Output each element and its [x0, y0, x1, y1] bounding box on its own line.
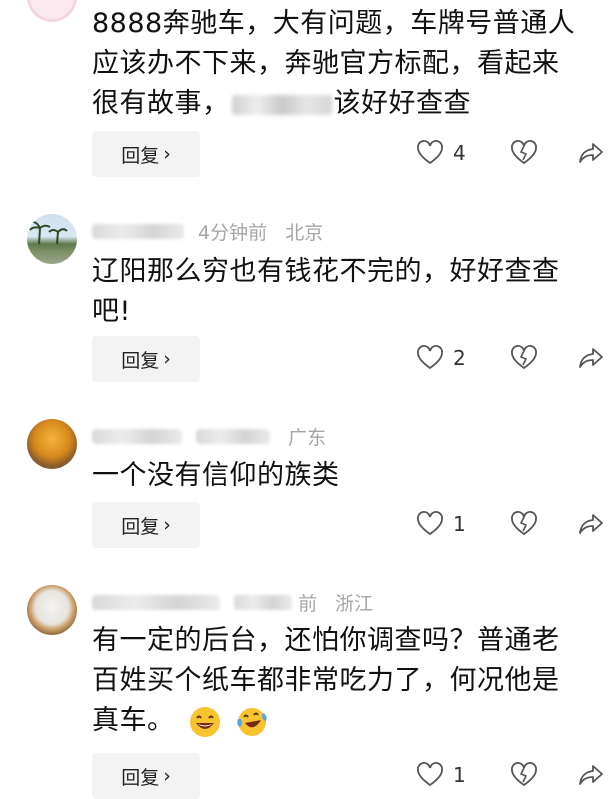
- like-button[interactable]: 4: [416, 140, 476, 166]
- comment-meta: 4分钟前 北京: [92, 218, 323, 245]
- author-name[interactable]: [92, 595, 220, 610]
- reply-button[interactable]: 回复 ›: [92, 131, 200, 177]
- reply-label: 回复: [121, 144, 160, 167]
- like-button[interactable]: 1: [416, 511, 476, 537]
- author-name[interactable]: [92, 429, 182, 444]
- broken-heart-icon: [511, 140, 537, 165]
- like-count: 4: [453, 141, 466, 165]
- share-button[interactable]: [578, 763, 604, 787]
- share-button[interactable]: [578, 346, 604, 370]
- like-count: 1: [453, 512, 466, 536]
- avatar[interactable]: [27, 419, 77, 469]
- share-arrow-icon: [579, 514, 603, 534]
- reply-label: 回复: [121, 349, 160, 372]
- share-arrow-icon: [579, 143, 603, 163]
- comment-line: 百姓买个纸车都非常吃力了，何况他是: [92, 665, 560, 696]
- like-button[interactable]: 2: [416, 345, 476, 371]
- comment-time: 前: [298, 593, 318, 615]
- comment-meta: 广东: [92, 423, 326, 450]
- comment-line: 真车。: [92, 701, 602, 741]
- comment-line: 一个没有信仰的族类: [92, 460, 340, 491]
- share-button[interactable]: [578, 141, 604, 165]
- comment-line: 很有故事， 该好好查查: [92, 88, 471, 119]
- reply-label: 回复: [121, 515, 160, 538]
- comment-text: 8888奔驰车，大有问题，车牌号普通人 应该办不下来，奔驰官方标配，看起来 很有…: [92, 4, 602, 124]
- comment-line: 有一定的后台，还怕你调查吗？普通老: [92, 625, 560, 656]
- reply-label: 回复: [121, 766, 160, 789]
- avatar[interactable]: [27, 214, 77, 264]
- chevron-right-icon: ›: [163, 514, 171, 536]
- broken-heart-icon: [511, 762, 537, 787]
- comment-time: 4分钟前: [198, 222, 268, 244]
- heart-outline-icon: [417, 762, 443, 787]
- comment-location: 广东: [288, 427, 327, 449]
- comment-text: 一个没有信仰的族类: [92, 456, 602, 496]
- comment-text: 有一定的后台，还怕你调查吗？普通老 百姓买个纸车都非常吃力了，何况他是 真车。: [92, 621, 602, 741]
- heart-outline-icon: [417, 140, 443, 165]
- share-button[interactable]: [578, 512, 604, 536]
- comment-line: 辽阳那么穷也有钱花不完的，好好查查: [92, 256, 560, 287]
- laughing-emoji-icon: [189, 706, 220, 737]
- dislike-button[interactable]: [510, 345, 538, 371]
- like-count: 1: [453, 763, 466, 787]
- reply-button[interactable]: 回复 ›: [92, 336, 200, 382]
- comment-location: 浙江: [335, 593, 374, 615]
- redacted-text: [231, 94, 332, 115]
- heart-outline-icon: [417, 345, 443, 370]
- dislike-button[interactable]: [510, 511, 538, 537]
- comment-time-blur: [234, 595, 293, 610]
- crying-laughing-emoji-icon: [237, 707, 267, 736]
- share-arrow-icon: [579, 348, 603, 368]
- avatar[interactable]: [27, 0, 77, 22]
- comment-time: [196, 429, 271, 444]
- chevron-right-icon: ›: [163, 348, 171, 370]
- dislike-button[interactable]: [510, 762, 538, 788]
- like-button[interactable]: 1: [416, 762, 476, 788]
- avatar[interactable]: [27, 585, 77, 635]
- dislike-button[interactable]: [510, 140, 538, 166]
- share-arrow-icon: [579, 765, 603, 785]
- heart-outline-icon: [417, 511, 443, 536]
- comment-line: 应该办不下来，奔驰官方标配，看起来: [92, 48, 560, 79]
- comment-text: 辽阳那么穷也有钱花不完的，好好查查 吧!: [92, 252, 602, 332]
- comment-location: 北京: [285, 222, 324, 244]
- comment-line: 吧!: [92, 296, 131, 327]
- broken-heart-icon: [511, 511, 537, 536]
- chevron-right-icon: ›: [163, 143, 171, 165]
- comment-meta: 前 浙江: [92, 589, 373, 616]
- chevron-right-icon: ›: [163, 765, 171, 787]
- reply-button[interactable]: 回复 ›: [92, 753, 200, 799]
- like-count: 2: [453, 346, 466, 370]
- broken-heart-icon: [511, 345, 537, 370]
- author-name[interactable]: [92, 224, 184, 239]
- reply-button[interactable]: 回复 ›: [92, 502, 200, 548]
- comment-line: 8888奔驰车，大有问题，车牌号普通人: [92, 8, 576, 39]
